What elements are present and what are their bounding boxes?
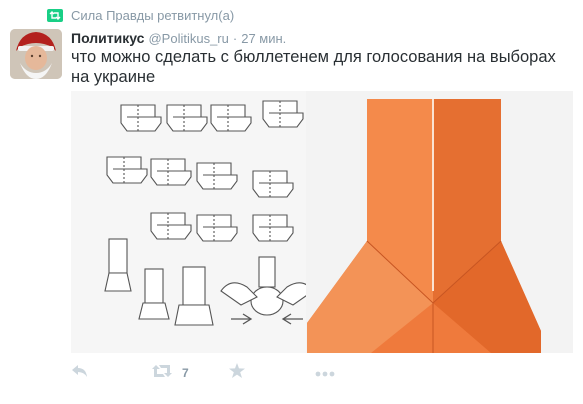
retweet-context-text[interactable]: Сила Правды ретвитнул(а) [71, 8, 234, 23]
star-icon [228, 363, 245, 383]
tweet-text: что можно сделать с бюллетенем для голос… [71, 48, 556, 86]
header-separator: · [232, 31, 238, 46]
tweet-timestamp[interactable]: 27 мин. [241, 31, 286, 46]
retweet-context: Сила Правды ретвитнул(а) [47, 7, 234, 23]
author-handle[interactable]: @Politikus_ru [148, 31, 228, 46]
retweet-button[interactable]: 7 [151, 364, 189, 383]
retweet-count: 7 [182, 366, 189, 380]
author-name[interactable]: Политикус [71, 30, 144, 46]
more-button[interactable] [315, 364, 335, 382]
favorite-button[interactable] [228, 363, 245, 383]
reply-icon [71, 364, 89, 383]
tweet-media[interactable] [71, 91, 573, 353]
reply-button[interactable] [71, 364, 89, 383]
more-icon [315, 364, 335, 382]
retweet-icon [151, 364, 173, 383]
tweet-header: Политикус @Politikus_ru · 27 мин. [71, 30, 286, 46]
retweet-icon [47, 8, 63, 22]
avatar[interactable] [10, 29, 62, 79]
tweet-actions: 7 [71, 362, 335, 384]
